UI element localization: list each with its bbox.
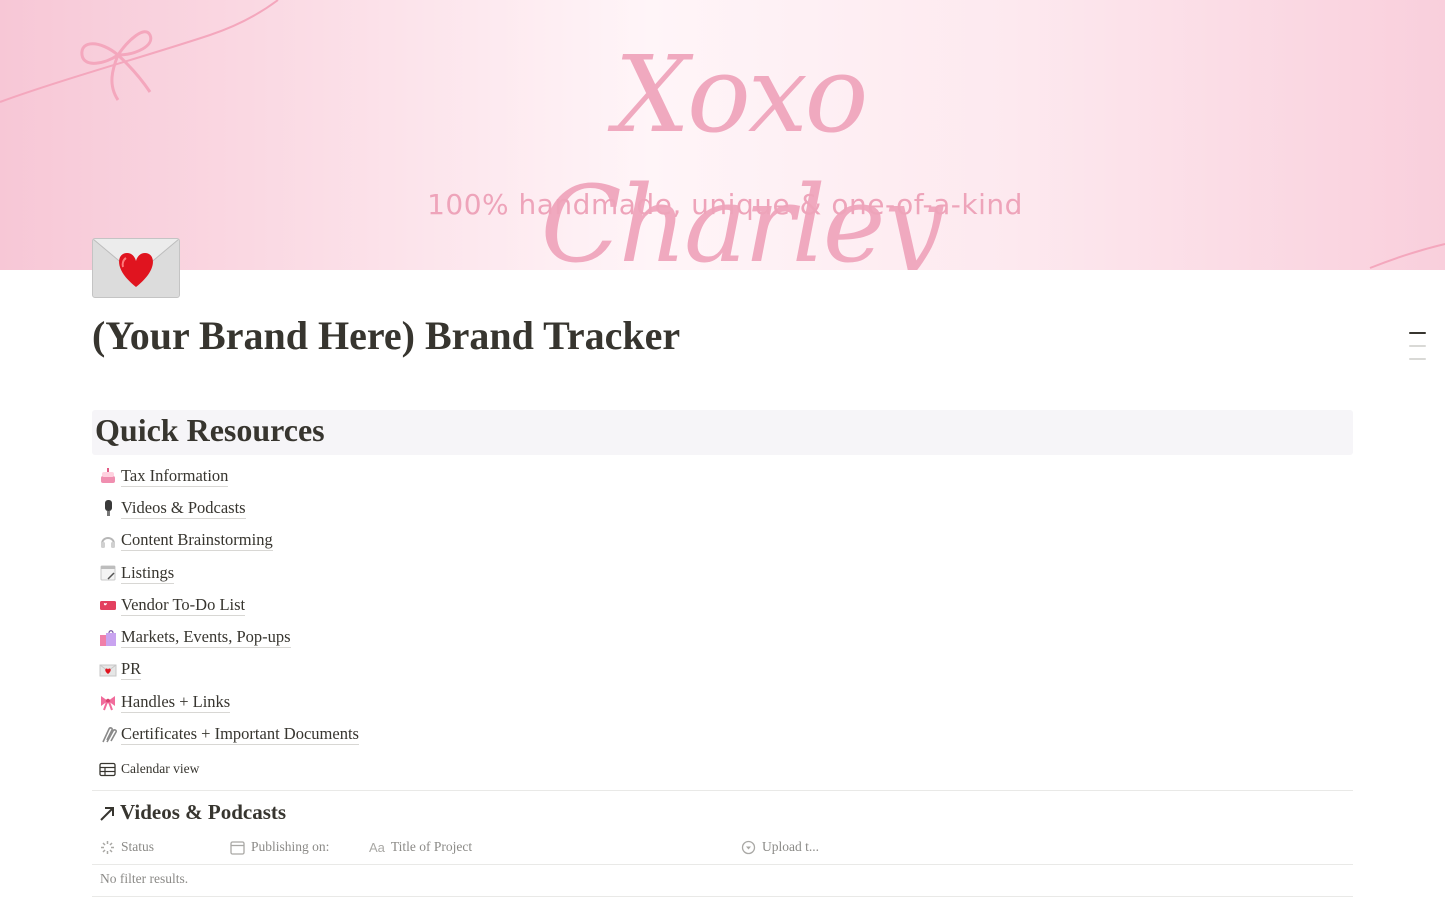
headphones-icon — [98, 531, 118, 551]
link-vendor-todo[interactable]: Vendor To-Do List — [98, 589, 359, 621]
column-header-title[interactable]: Aa Title of Project — [369, 839, 472, 855]
link-videos-podcasts[interactable]: Videos & Podcasts — [98, 492, 359, 524]
column-label: Publishing on: — [251, 839, 330, 854]
love-letter-icon — [98, 660, 118, 680]
link-label: Vendor To-Do List — [121, 594, 246, 616]
column-header-upload[interactable]: Upload t... — [741, 839, 819, 855]
link-label: Certificates + Important Documents — [121, 724, 359, 746]
link-label: Handles + Links — [121, 691, 231, 713]
microphone-icon — [98, 498, 118, 518]
link-label: PR — [121, 659, 142, 681]
shopping-bags-icon — [98, 628, 118, 648]
page-title[interactable]: (Your Brand Here) Brand Tracker — [92, 312, 680, 359]
select-icon — [741, 840, 756, 855]
link-label: Markets, Events, Pop-ups — [121, 627, 291, 649]
column-label: Status — [121, 839, 155, 854]
calendar-icon — [230, 840, 245, 855]
cover-image: Xoxo Charley 100% handmade, unique & one… — [0, 0, 1445, 270]
paperclip-icon — [98, 725, 118, 745]
text-icon: Aa — [369, 839, 385, 855]
link-label: Content Brainstorming — [121, 530, 273, 552]
quick-resources-heading: Quick Resources — [95, 412, 325, 448]
link-label: Videos & Podcasts — [121, 497, 246, 519]
quick-resources-list: Tax Information Videos & Podcasts Conten… — [98, 460, 359, 751]
column-header-status[interactable]: Status — [100, 839, 154, 855]
column-label: Title of Project — [390, 839, 473, 854]
link-label: Listings — [121, 562, 175, 584]
outline-line[interactable] — [1409, 332, 1426, 334]
table-icon — [99, 762, 116, 776]
brand-tagline: 100% handmade, unique & one-of-a-kind — [427, 188, 1023, 221]
link-handles-links[interactable]: Handles + Links — [98, 686, 359, 718]
link-listings[interactable]: Listings — [98, 557, 359, 589]
outline-line[interactable] — [1409, 358, 1426, 360]
outline-line[interactable] — [1409, 345, 1426, 347]
view-tab-label: Calendar view — [121, 761, 200, 776]
database-title-link[interactable]: Videos & Podcasts — [98, 800, 286, 825]
link-tax-information[interactable]: Tax Information — [98, 460, 359, 492]
brand-logo-script: Xoxo Charley — [540, 33, 943, 270]
column-label: Upload t... — [762, 839, 819, 854]
notepad-icon — [98, 563, 118, 583]
cake-icon — [98, 466, 118, 486]
ribbon-icon — [98, 692, 118, 712]
arrow-up-right-icon — [100, 806, 114, 821]
link-label: Tax Information — [121, 465, 229, 487]
love-letter-icon[interactable] — [92, 238, 180, 298]
link-content-brainstorming[interactable]: Content Brainstorming — [98, 525, 359, 557]
calendar-view-tab[interactable]: Calendar view — [99, 761, 199, 777]
link-pr[interactable]: PR — [98, 654, 359, 686]
quick-resources-heading-block: Quick Resources — [92, 410, 1353, 455]
column-header-publishing[interactable]: Publishing on: — [230, 839, 329, 855]
ticket-icon — [98, 595, 118, 615]
empty-state-text: No filter results. — [100, 871, 189, 886]
table-bottom-divider — [92, 896, 1353, 897]
view-divider — [92, 790, 1353, 791]
header-divider — [92, 864, 1353, 865]
link-markets-events[interactable]: Markets, Events, Pop-ups — [98, 621, 359, 653]
page-outline[interactable] — [1409, 332, 1426, 371]
link-certificates[interactable]: Certificates + Important Documents — [98, 718, 359, 750]
status-icon — [100, 840, 115, 855]
database-title: Videos & Podcasts — [120, 800, 287, 824]
